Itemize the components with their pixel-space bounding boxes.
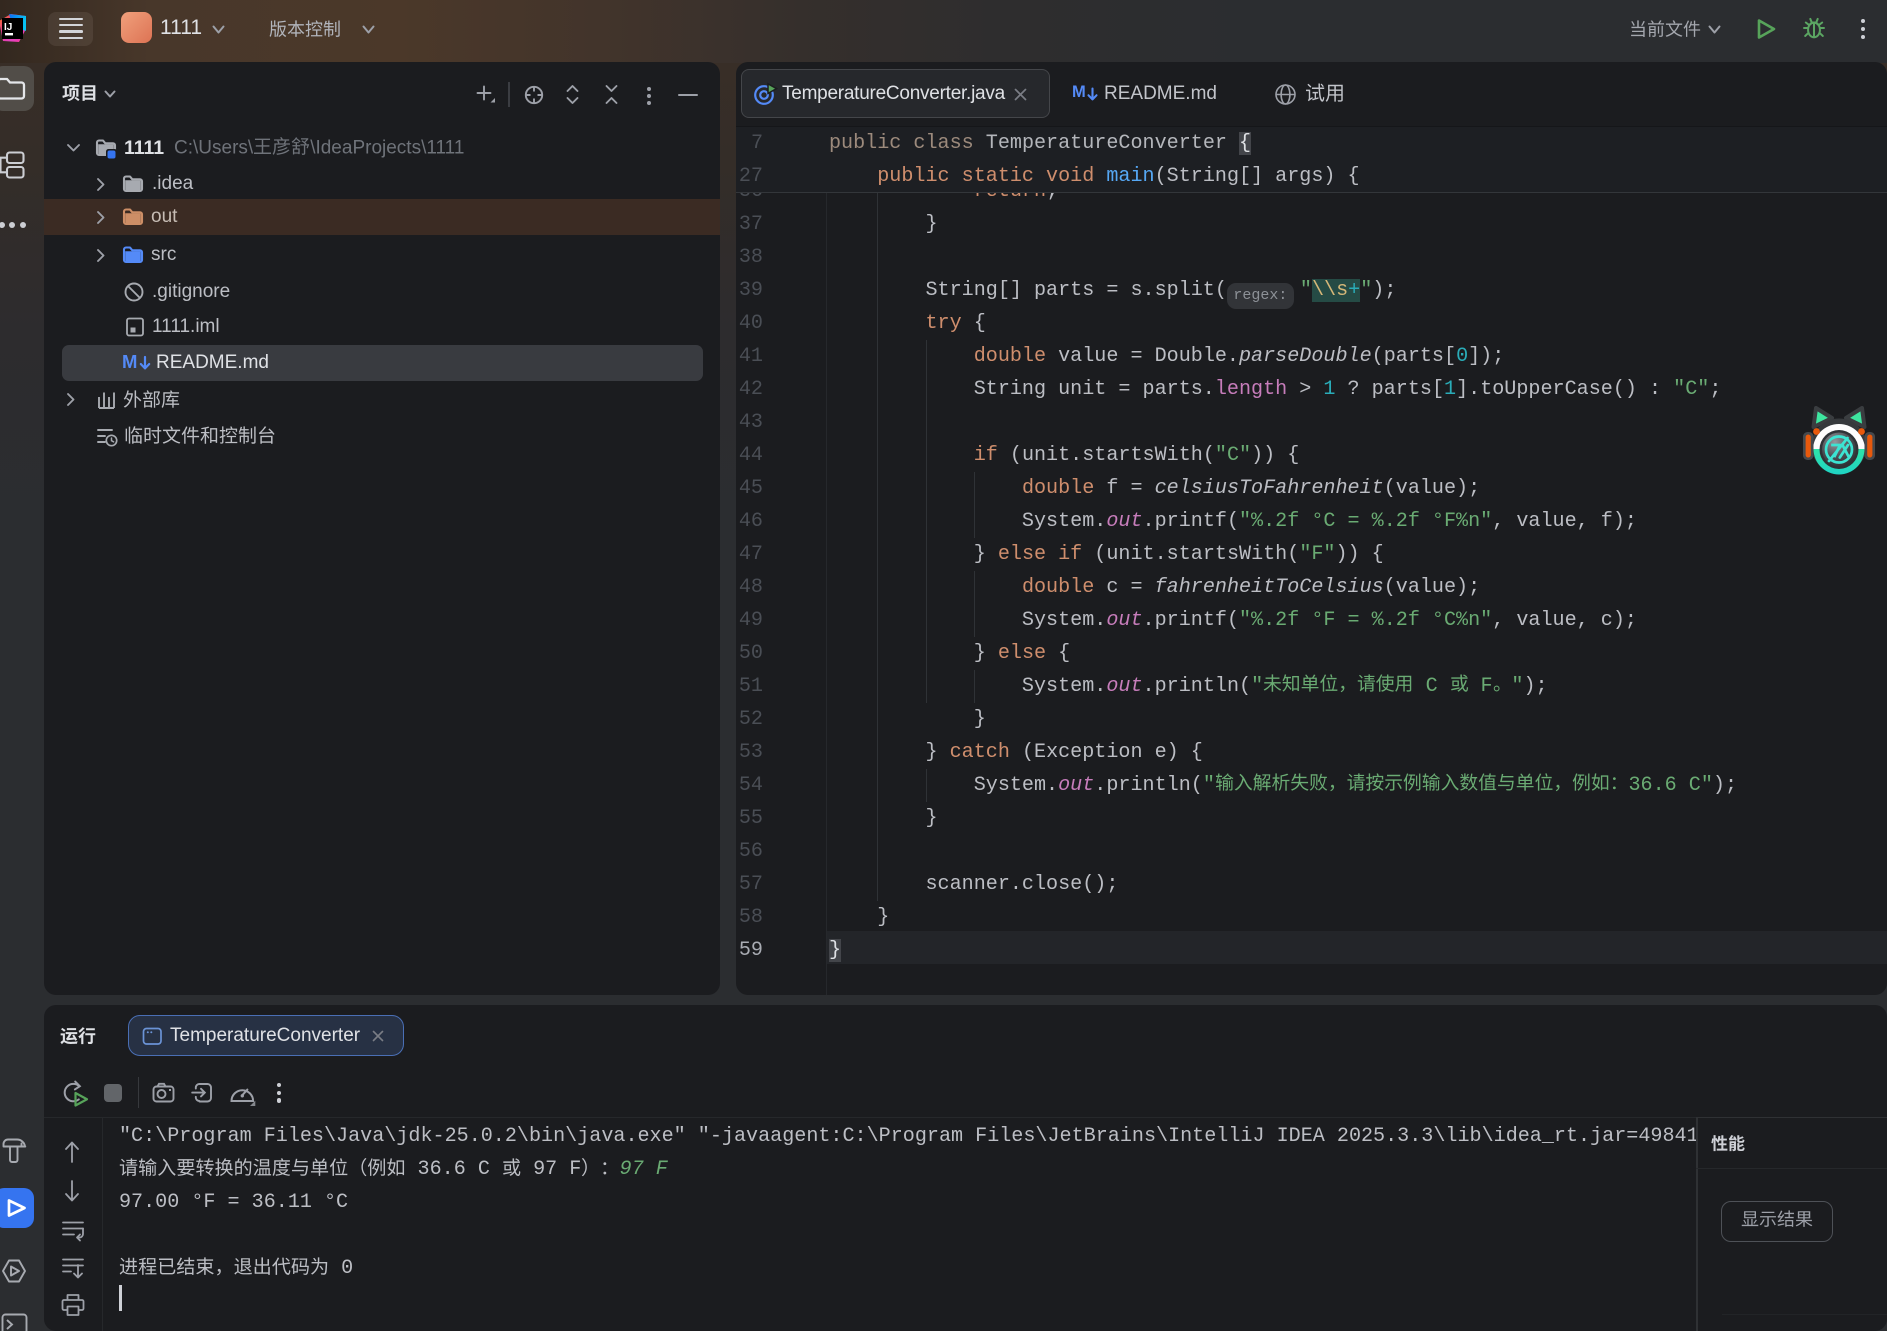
svg-text:IJ: IJ bbox=[4, 22, 12, 33]
